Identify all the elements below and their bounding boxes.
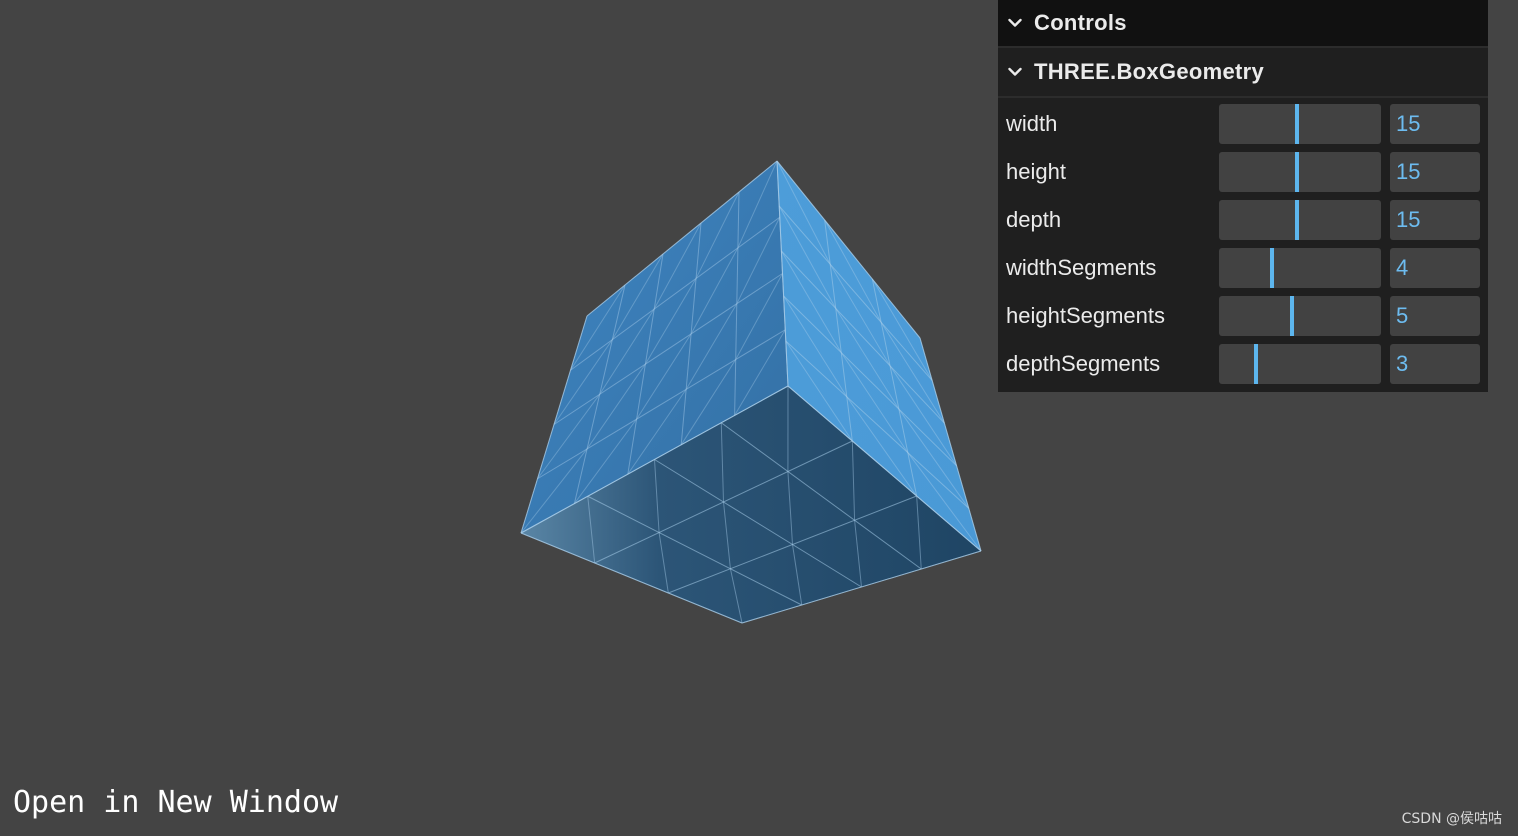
- chevron-down-icon[interactable]: [1006, 14, 1024, 32]
- controls-panel: Controls THREE.BoxGeometry width 15 heig…: [998, 0, 1488, 392]
- control-row-width-segments: widthSegments 4: [1006, 248, 1480, 288]
- control-label: widthSegments: [1006, 255, 1157, 280]
- watermark-text: CSDN @侯咕咕: [1401, 811, 1502, 827]
- slider-thumb[interactable]: [1294, 104, 1299, 144]
- control-row-width: width 15: [1006, 104, 1480, 144]
- depth-segments-slider[interactable]: [1219, 344, 1381, 384]
- folder-title: THREE.BoxGeometry: [1034, 59, 1265, 84]
- height-segments-input[interactable]: 5: [1390, 296, 1480, 336]
- slider-thumb[interactable]: [1270, 248, 1275, 288]
- chevron-down-icon[interactable]: [1006, 63, 1024, 81]
- width-segments-input[interactable]: 4: [1390, 248, 1480, 288]
- control-row-height: height 15: [1006, 152, 1480, 192]
- depth-slider[interactable]: [1219, 200, 1381, 240]
- control-label: depthSegments: [1006, 351, 1161, 376]
- width-slider[interactable]: [1219, 104, 1381, 144]
- control-label: heightSegments: [1006, 303, 1165, 328]
- controls-list: width 15 height 15 depth 15 widthSegment…: [998, 98, 1488, 392]
- slider-thumb[interactable]: [1254, 344, 1259, 384]
- height-slider[interactable]: [1219, 152, 1381, 192]
- depth-input[interactable]: 15: [1390, 200, 1480, 240]
- control-label: depth: [1006, 207, 1062, 232]
- controls-title-bar[interactable]: Controls: [998, 0, 1488, 48]
- width-segments-slider[interactable]: [1219, 248, 1381, 288]
- control-row-depth: depth 15: [1006, 200, 1480, 240]
- boxgeometry-folder-title[interactable]: THREE.BoxGeometry: [998, 48, 1488, 98]
- controls-title: Controls: [1034, 10, 1127, 35]
- depth-segments-input[interactable]: 3: [1390, 344, 1480, 384]
- slider-thumb[interactable]: [1289, 296, 1294, 336]
- height-input[interactable]: 15: [1390, 152, 1480, 192]
- slider-thumb[interactable]: [1294, 200, 1299, 240]
- width-input[interactable]: 15: [1390, 104, 1480, 144]
- control-label: width: [1006, 111, 1058, 136]
- control-row-depth-segments: depthSegments 3: [1006, 344, 1480, 384]
- slider-thumb[interactable]: [1294, 152, 1299, 192]
- height-segments-slider[interactable]: [1219, 296, 1381, 336]
- control-label: height: [1006, 159, 1066, 184]
- control-row-height-segments: heightSegments 5: [1006, 296, 1480, 336]
- open-in-new-window-link[interactable]: Open in New Window: [13, 785, 338, 820]
